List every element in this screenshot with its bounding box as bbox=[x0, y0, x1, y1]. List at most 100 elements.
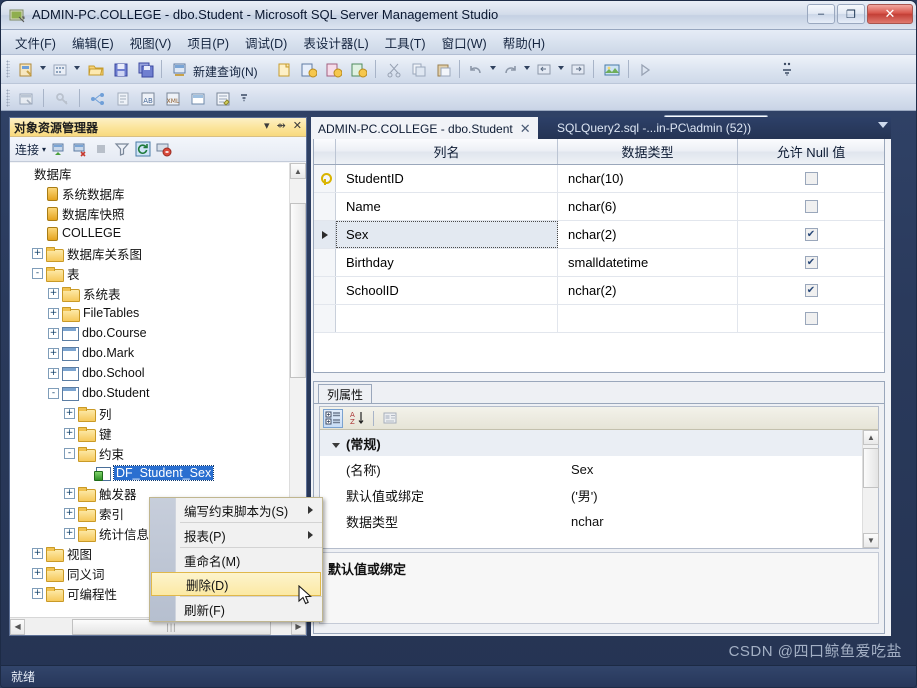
cell-column-name[interactable]: Birthday bbox=[336, 249, 558, 276]
ctx-refresh[interactable]: 刷新(F) bbox=[150, 597, 322, 621]
cell-data-type[interactable]: nchar(10) bbox=[558, 165, 738, 192]
tree-node[interactable]: + 系统表 bbox=[10, 283, 306, 303]
table-row[interactable]: StudentID nchar(10) bbox=[314, 165, 884, 193]
property-value[interactable]: nchar bbox=[565, 514, 878, 529]
menu-table-designer[interactable]: 表设计器(L) bbox=[295, 30, 376, 55]
ctx-script-constraint-as[interactable]: 编写约束脚本为(S) bbox=[150, 498, 322, 522]
tree-node[interactable]: + 列 bbox=[10, 403, 306, 423]
save-all-icon[interactable] bbox=[135, 59, 157, 80]
open-file-icon[interactable] bbox=[85, 59, 107, 80]
paste-icon[interactable] bbox=[433, 59, 455, 80]
redo-icon[interactable] bbox=[499, 59, 521, 80]
table-row[interactable]: Sex nchar(2) ✔ bbox=[314, 221, 884, 249]
expand-icon[interactable]: + bbox=[32, 567, 43, 579]
menu-view[interactable]: 视图(V) bbox=[122, 30, 180, 55]
toolbar-grip[interactable] bbox=[6, 60, 10, 78]
navigate-back-dropdown-icon[interactable] bbox=[558, 66, 564, 70]
table-row[interactable]: Name nchar(6) bbox=[314, 193, 884, 221]
tree-node[interactable]: DF_Student_Sex bbox=[10, 463, 306, 483]
tree-node[interactable]: + dbo.School bbox=[10, 363, 306, 383]
connect-button[interactable]: 连接 ▾ bbox=[15, 141, 46, 158]
expand-icon[interactable]: + bbox=[48, 327, 59, 339]
scroll-left-arrow[interactable]: ◀ bbox=[10, 618, 26, 635]
menu-help[interactable]: 帮助(H) bbox=[495, 30, 553, 55]
allow-nulls-checkbox[interactable]: ✔ bbox=[804, 228, 818, 241]
scroll-up-arrow[interactable]: ▲ bbox=[863, 430, 879, 445]
cell-column-name[interactable] bbox=[336, 305, 558, 332]
properties-vertical-scrollbar[interactable]: ▲ ▼ bbox=[862, 430, 879, 548]
cell-allow-nulls[interactable]: ✔ bbox=[738, 277, 884, 304]
expand-icon[interactable]: + bbox=[64, 527, 75, 539]
tab-list-dropdown-icon[interactable] bbox=[878, 122, 888, 128]
expand-icon[interactable]: + bbox=[64, 407, 75, 419]
menu-project[interactable]: 项目(P) bbox=[179, 30, 237, 55]
collapse-icon[interactable]: - bbox=[48, 387, 59, 399]
new-analysis-query-icon[interactable] bbox=[298, 59, 320, 80]
new-project-dropdown-icon[interactable] bbox=[40, 66, 46, 70]
expand-icon[interactable]: + bbox=[64, 487, 75, 499]
cell-data-type[interactable]: nchar(6) bbox=[558, 193, 738, 220]
table-designer-grid[interactable]: 列名 数据类型 允许 Null 值 StudentID nchar(10) Name… bbox=[313, 139, 885, 373]
cell-allow-nulls[interactable] bbox=[738, 193, 884, 220]
tab-table-designer[interactable]: ADMIN-PC.COLLEGE - dbo.Student ✕ bbox=[311, 117, 538, 139]
new-xmla-query-icon[interactable] bbox=[348, 59, 370, 80]
property-pages-icon[interactable] bbox=[380, 409, 400, 428]
cell-data-type[interactable]: smalldatetime bbox=[558, 249, 738, 276]
property-row[interactable]: 数据类型 nchar bbox=[320, 508, 878, 534]
new-item-dropdown-icon[interactable] bbox=[74, 66, 80, 70]
cut-icon[interactable] bbox=[383, 59, 405, 80]
expand-icon[interactable]: + bbox=[48, 367, 59, 379]
context-menu[interactable]: 编写约束脚本为(S) 报表(P) 重命名(M) 删除(D) 刷新(F) bbox=[149, 497, 323, 622]
ctx-reports[interactable]: 报表(P) bbox=[150, 523, 322, 547]
properties-grid[interactable]: AZ (常规) (名称) Sex 默认值或绑定 ('男') 数据类型 nchar ▲ ▼ bbox=[319, 406, 879, 549]
tree-node[interactable]: 系统数据库 bbox=[10, 183, 306, 203]
expand-icon[interactable]: + bbox=[48, 347, 59, 359]
alphabetical-icon[interactable]: AZ bbox=[347, 409, 367, 428]
filter-icon[interactable] bbox=[114, 141, 130, 157]
property-value[interactable]: Sex bbox=[565, 462, 878, 477]
cell-allow-nulls[interactable]: ✔ bbox=[738, 221, 884, 248]
tab-close-icon[interactable]: ✕ bbox=[520, 121, 531, 137]
manage-fulltext-icon[interactable]: AB bbox=[137, 88, 159, 109]
navigate-forward-icon[interactable] bbox=[567, 59, 589, 80]
allow-nulls-checkbox[interactable] bbox=[804, 200, 818, 213]
collapse-icon[interactable]: - bbox=[64, 447, 75, 459]
tab-sqlquery2[interactable]: SQLQuery2.sql -...in-PC\admin (52)) bbox=[550, 117, 758, 139]
tree-node[interactable]: 数据库快照 bbox=[10, 203, 306, 223]
tree-node[interactable]: + 键 bbox=[10, 423, 306, 443]
property-category-row[interactable]: (常规) bbox=[320, 430, 878, 456]
new-item-icon[interactable] bbox=[49, 59, 71, 80]
row-marker-cell[interactable] bbox=[314, 305, 336, 332]
undo-icon[interactable] bbox=[465, 59, 487, 80]
expand-icon[interactable]: + bbox=[64, 427, 75, 439]
tab-column-properties[interactable]: 列属性 bbox=[318, 384, 373, 404]
redo-dropdown-icon[interactable] bbox=[524, 66, 530, 70]
tree-node[interactable]: 数据库 bbox=[10, 163, 306, 183]
collapse-icon[interactable]: - bbox=[32, 267, 43, 279]
cell-data-type[interactable] bbox=[558, 305, 738, 332]
property-row[interactable]: 默认值或绑定 ('男') bbox=[320, 482, 878, 508]
connect-icon[interactable] bbox=[51, 141, 67, 157]
refresh-icon[interactable] bbox=[135, 141, 151, 157]
manage-indexes-icon[interactable] bbox=[112, 88, 134, 109]
tree-node[interactable]: COLLEGE bbox=[10, 223, 306, 243]
properties-rows[interactable]: (常规) (名称) Sex 默认值或绑定 ('男') 数据类型 nchar bbox=[320, 430, 878, 534]
disconnect-icon[interactable] bbox=[72, 141, 88, 157]
grid-header-allow-nulls[interactable]: 允许 Null 值 bbox=[738, 139, 884, 164]
tree-node[interactable]: + FileTables bbox=[10, 303, 306, 323]
solution-explorer-icon[interactable] bbox=[601, 59, 623, 80]
minimize-button[interactable]: – bbox=[807, 4, 835, 24]
manage-xml-icon[interactable]: XML bbox=[162, 88, 184, 109]
cell-allow-nulls[interactable]: ✔ bbox=[738, 249, 884, 276]
row-marker-cell[interactable] bbox=[314, 165, 336, 192]
maximize-button[interactable]: ❐ bbox=[837, 4, 865, 24]
row-marker-cell[interactable] bbox=[314, 249, 336, 276]
row-marker-cell[interactable] bbox=[314, 221, 336, 248]
cell-data-type[interactable]: nchar(2) bbox=[558, 221, 738, 248]
tree-node[interactable]: + 数据库关系图 bbox=[10, 243, 306, 263]
cell-allow-nulls[interactable] bbox=[738, 305, 884, 332]
grid-header-column-name[interactable]: 列名 bbox=[336, 139, 558, 164]
new-mdx-query-icon[interactable] bbox=[323, 59, 345, 80]
allow-nulls-checkbox[interactable] bbox=[804, 312, 818, 325]
ctx-delete[interactable]: 删除(D) bbox=[151, 572, 321, 596]
